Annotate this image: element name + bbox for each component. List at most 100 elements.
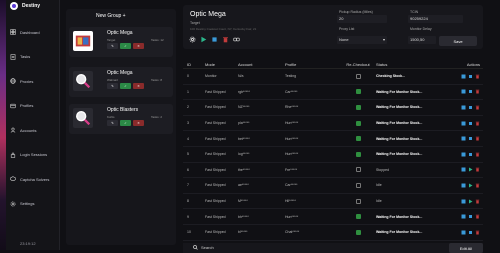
play-icon[interactable]	[200, 36, 207, 43]
edit-icon[interactable]	[461, 136, 466, 141]
sidebar-item-tasks[interactable]: Tasks	[10, 45, 58, 70]
delete-icon[interactable]	[475, 214, 480, 219]
stop-icon[interactable]	[468, 230, 473, 235]
search-input[interactable]: Search	[201, 245, 214, 250]
recheckout-checkbox[interactable]	[355, 89, 361, 95]
table-row[interactable]: 2 Fast Shipped NZ***** Rhe***** Waiting For …	[183, 100, 483, 116]
stop-icon[interactable]	[468, 136, 473, 141]
table-row[interactable]: 7 Fast Shipped ae***** Car***** Idle	[183, 178, 483, 194]
edit-icon[interactable]	[461, 214, 466, 219]
recheckout-checkbox[interactable]	[355, 151, 361, 157]
recheckout-checkbox[interactable]	[355, 214, 361, 220]
recheckout-checkbox[interactable]	[355, 104, 361, 110]
table-row[interactable]: 10 Fast Shipped bl***** Chat***** Waiting Fo…	[183, 225, 483, 241]
edit-icon[interactable]	[461, 89, 466, 94]
play-icon[interactable]	[468, 183, 473, 188]
edit-icon[interactable]	[461, 199, 466, 204]
column-header-recheckout[interactable]: Re-Checkout	[340, 62, 376, 67]
edit-icon[interactable]	[461, 167, 466, 172]
new-group-button[interactable]: New Group +	[96, 13, 126, 19]
delete-icon[interactable]	[222, 36, 229, 43]
link-icon[interactable]	[233, 36, 240, 43]
group-delete-button[interactable]: ✕	[133, 120, 144, 126]
sidebar-item-proxies[interactable]: Proxies	[10, 69, 58, 94]
play-icon[interactable]	[468, 199, 473, 204]
recheckout-checkbox[interactable]	[355, 229, 361, 235]
sidebar-item-profiles[interactable]: Profiles	[10, 94, 58, 119]
delete-icon[interactable]	[475, 183, 480, 188]
sidebar-item-captcha-solvers[interactable]: Captcha Solvers	[10, 167, 58, 192]
delete-icon[interactable]	[475, 74, 480, 79]
column-header-profile[interactable]: Profile	[285, 62, 340, 67]
delete-icon[interactable]	[475, 167, 480, 172]
delete-icon[interactable]	[475, 136, 480, 141]
recheckout-checkbox[interactable]	[355, 198, 361, 204]
group-card[interactable]: Optic Mega Walmart Tasks: 8 ✎ ✓ ✕	[69, 67, 173, 97]
group-card[interactable]: Optic Mega Target Tasks: 12 ✎ ✓ ✕	[69, 27, 173, 57]
proxy-list-label: Proxy List	[339, 27, 355, 31]
group-delete-button[interactable]: ✕	[133, 83, 144, 89]
recheckout-checkbox[interactable]	[355, 182, 361, 188]
stop-icon[interactable]	[468, 74, 473, 79]
search-bar[interactable]: Search	[193, 245, 214, 250]
save-button[interactable]: Save	[439, 36, 477, 46]
table-row[interactable]: 4 Fast Shipped bet***** Hun***** Waiting For…	[183, 131, 483, 147]
edit-icon[interactable]	[461, 230, 466, 235]
group-store: Walmart	[107, 78, 119, 82]
play-icon[interactable]	[468, 167, 473, 172]
delete-icon[interactable]	[475, 152, 480, 157]
column-header-account[interactable]: Account	[238, 62, 285, 67]
sidebar-item-dashboard[interactable]: Dashboard	[10, 20, 58, 45]
delete-icon[interactable]	[475, 230, 480, 235]
stop-icon[interactable]	[468, 105, 473, 110]
recheckout-checkbox[interactable]	[355, 136, 361, 142]
proxy-list-select[interactable]: None ▾	[337, 36, 387, 44]
stop-icon[interactable]	[468, 89, 473, 94]
delete-icon[interactable]	[475, 89, 480, 94]
stop-icon[interactable]	[468, 214, 473, 219]
group-start-button[interactable]: ✓	[120, 43, 131, 49]
group-delete-button[interactable]: ✕	[133, 43, 144, 49]
table-row[interactable]: 3 Fast Shipped pla***** Hun***** Waiting For…	[183, 116, 483, 132]
pickup-radius-input[interactable]: 20	[337, 15, 387, 23]
settings-icon[interactable]	[189, 36, 196, 43]
delete-icon[interactable]	[475, 199, 480, 204]
stop-icon[interactable]	[211, 36, 218, 43]
group-start-button[interactable]: ✓	[120, 83, 131, 89]
tcin-input[interactable]: 90259224	[408, 15, 463, 23]
column-header-id[interactable]: ID	[183, 62, 205, 67]
group-edit-button[interactable]: ✎	[107, 120, 118, 126]
monitor-delay-input[interactable]: 1500,50	[408, 36, 436, 44]
edit-icon[interactable]	[461, 105, 466, 110]
table-row[interactable]: 0 Monitor N/a Testing Checking Stock...	[183, 69, 483, 85]
table-row[interactable]: 1 Fast Shipped rgb***** Car***** Waiting For…	[183, 85, 483, 101]
recheckout-checkbox[interactable]	[355, 120, 361, 126]
sidebar-item-login-sessions[interactable]: Login Sessions	[10, 143, 58, 168]
delete-icon[interactable]	[475, 121, 480, 126]
table-row[interactable]: 9 Fast Shipped bh***** Hun***** Waiting For …	[183, 209, 483, 225]
edit-icon[interactable]	[461, 183, 466, 188]
sidebar-item-settings[interactable]: Settings	[10, 192, 58, 217]
edit-icon[interactable]	[461, 152, 466, 157]
column-header-mode[interactable]: Mode	[205, 62, 238, 67]
edit-icon[interactable]	[461, 74, 466, 79]
delete-icon[interactable]	[475, 105, 480, 110]
cell-profile: Car*****	[285, 183, 298, 188]
recheckout-checkbox[interactable]	[355, 167, 361, 173]
table-row[interactable]: 5 Fast Shipped log***** Hun***** Waiting For…	[183, 147, 483, 163]
group-start-button[interactable]: ✓	[120, 120, 131, 126]
group-card[interactable]: Optic Blasters Kohls Tasks: 2 ✎ ✓ ✕	[69, 104, 173, 134]
product-thumbnail	[73, 108, 93, 128]
cell-status: Idle	[376, 183, 382, 188]
sidebar-item-accounts[interactable]: Accounts	[10, 118, 58, 143]
stop-icon[interactable]	[468, 152, 473, 157]
group-edit-button[interactable]: ✎	[107, 83, 118, 89]
recheckout-checkbox[interactable]	[355, 73, 361, 79]
stop-icon[interactable]	[468, 121, 473, 126]
column-header-status[interactable]: Status	[376, 62, 446, 67]
edit-all-button[interactable]: Edit All	[449, 243, 483, 253]
table-row[interactable]: 6 Fast Shipped the***** Fre***** Stopped	[183, 163, 483, 179]
table-row[interactable]: 8 Fast Shipped M***** Hil***** Idle	[183, 194, 483, 210]
group-edit-button[interactable]: ✎	[107, 43, 118, 49]
edit-icon[interactable]	[461, 121, 466, 126]
